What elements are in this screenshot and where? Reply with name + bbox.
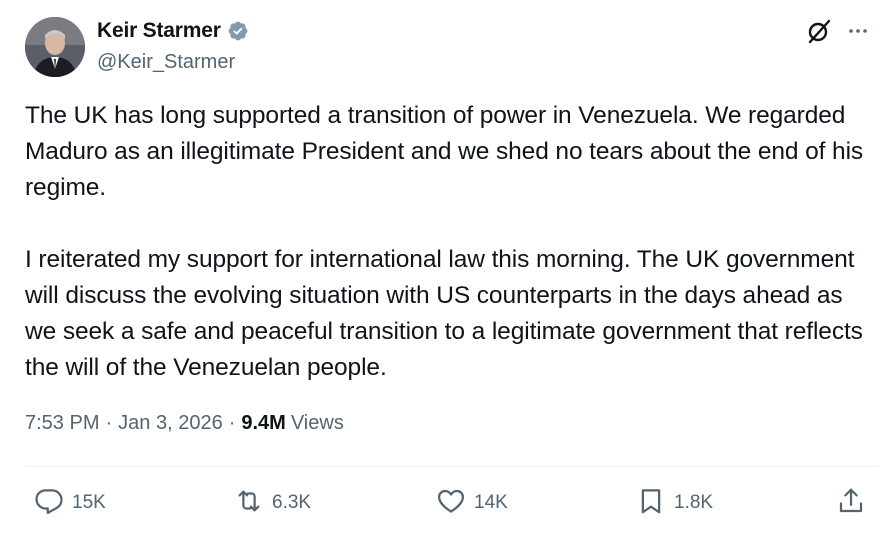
tweet-text: The UK has long supported a transition o…: [25, 98, 880, 386]
tweet-date[interactable]: Jan 3, 2026: [118, 412, 223, 435]
share-icon: [836, 486, 866, 521]
tweet-paragraph: I reiterated my support for internationa…: [25, 246, 863, 381]
like-count: 14K: [474, 492, 508, 513]
meta-separator: ·: [228, 412, 236, 434]
repost-icon: [234, 486, 264, 521]
meta-separator: ·: [105, 412, 113, 434]
tweet-time[interactable]: 7:53 PM: [25, 412, 99, 435]
verified-badge-icon: [227, 20, 249, 42]
like-button[interactable]: 14K: [436, 486, 508, 520]
author-name-row[interactable]: Keir Starmer: [97, 19, 249, 43]
more-options-icon[interactable]: [846, 19, 870, 43]
avatar-image: [25, 17, 85, 77]
tweet-meta: 7:53 PM · Jan 3, 2026 · 9.4M Views: [25, 412, 344, 435]
tweet-paragraph: The UK has long supported a transition o…: [25, 102, 864, 201]
repost-button[interactable]: 6.3K: [234, 486, 311, 520]
author-display-name[interactable]: Keir Starmer: [97, 19, 221, 43]
repost-count: 6.3K: [272, 492, 312, 513]
share-button[interactable]: [836, 486, 866, 520]
views-label[interactable]: Views: [291, 412, 344, 435]
tweet-action-bar: 15K 6.3K 14K 1.8K: [0, 486, 892, 520]
reply-count: 15K: [72, 492, 106, 513]
bookmark-button[interactable]: 1.8K: [636, 486, 713, 520]
bookmark-icon: [636, 486, 666, 521]
tweet-top-actions: [806, 18, 870, 44]
views-count[interactable]: 9.4M: [241, 412, 285, 435]
bookmark-count: 1.8K: [674, 492, 714, 513]
reply-button[interactable]: 15K: [34, 486, 106, 520]
avatar[interactable]: [25, 17, 85, 77]
divider: [25, 466, 878, 467]
author-handle[interactable]: @Keir_Starmer: [97, 51, 235, 74]
grok-icon[interactable]: [806, 18, 832, 44]
reply-icon: [34, 486, 64, 521]
heart-icon: [436, 486, 466, 521]
